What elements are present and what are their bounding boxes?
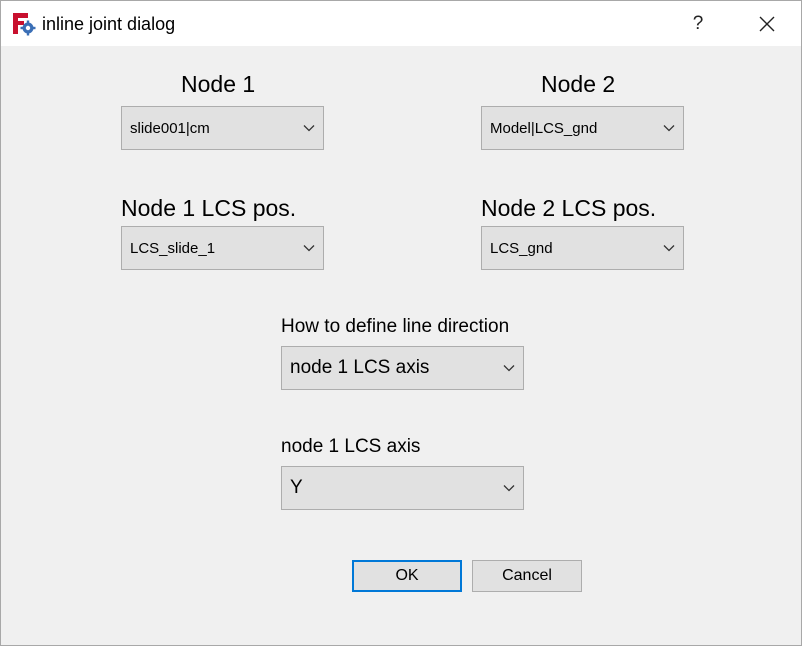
node2-lcs-label: Node 2 LCS pos. [481, 195, 657, 221]
help-button[interactable]: ? [676, 1, 720, 46]
direction-value: node 1 LCS axis [290, 357, 430, 378]
axis-label: node 1 LCS axis [281, 436, 421, 457]
close-icon [759, 16, 775, 31]
node2-lcs-value: LCS_gnd [490, 239, 553, 257]
close-button[interactable] [745, 1, 789, 46]
node1-lcs-value: LCS_slide_1 [130, 239, 216, 257]
cancel-button[interactable]: Cancel [472, 560, 582, 592]
inline-joint-dialog: inline joint dialog ? Node 1 slide001|cm… [0, 0, 802, 646]
node1-dropdown[interactable]: slide001|cm [121, 106, 324, 150]
node1-lcs-label: Node 1 LCS pos. [121, 195, 297, 221]
freecad-app-icon [11, 12, 37, 36]
node2-value: Model|LCS_gnd [490, 119, 598, 137]
axis-value: Y [290, 477, 303, 498]
chevron-down-icon [503, 365, 515, 372]
node2-dropdown[interactable]: Model|LCS_gnd [481, 106, 684, 150]
node2-label: Node 2 [541, 71, 616, 97]
question-mark-icon: ? [692, 12, 704, 34]
node1-lcs-dropdown[interactable]: LCS_slide_1 [121, 226, 324, 270]
node1-label: Node 1 [181, 71, 256, 97]
title-bar[interactable]: inline joint dialog ? [1, 1, 801, 46]
chevron-down-icon [503, 485, 515, 492]
window-title: inline joint dialog [42, 14, 176, 34]
chevron-down-icon [663, 125, 675, 132]
direction-dropdown[interactable]: node 1 LCS axis [281, 346, 524, 390]
node2-lcs-dropdown[interactable]: LCS_gnd [481, 226, 684, 270]
chevron-down-icon [303, 125, 315, 132]
chevron-down-icon [303, 245, 315, 252]
ok-button[interactable]: OK [352, 560, 462, 592]
node1-value: slide001|cm [130, 119, 210, 137]
chevron-down-icon [663, 245, 675, 252]
axis-dropdown[interactable]: Y [281, 466, 524, 510]
direction-label: How to define line direction [281, 316, 510, 337]
